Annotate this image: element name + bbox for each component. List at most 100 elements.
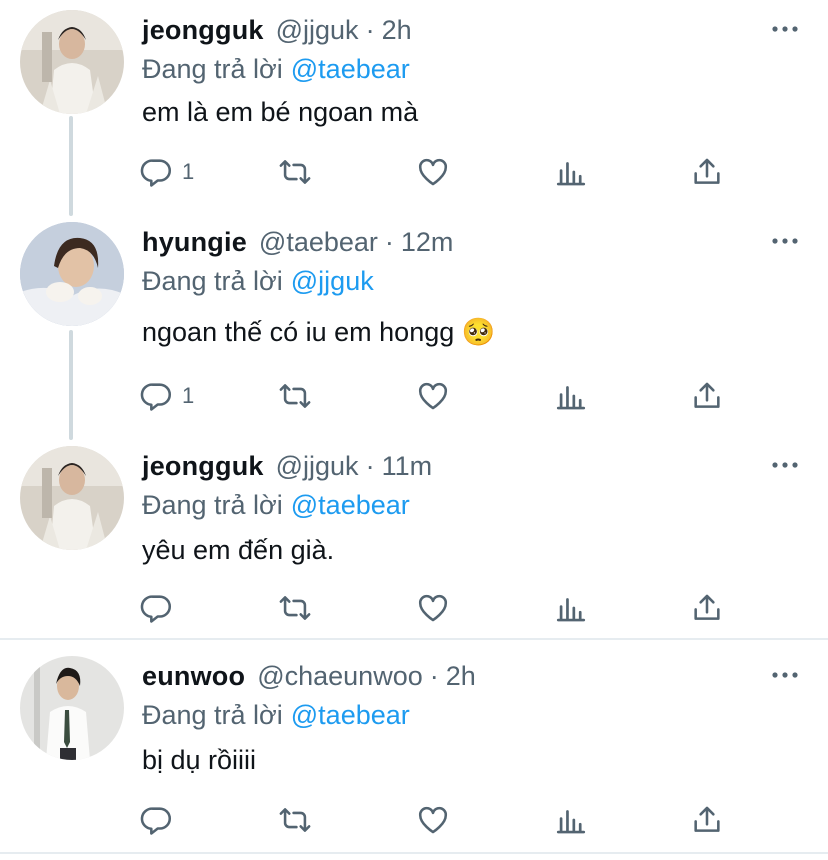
like-button[interactable] <box>416 376 450 416</box>
avatar[interactable] <box>20 222 124 326</box>
tweet-divider <box>0 638 828 640</box>
share-button[interactable] <box>690 152 724 192</box>
timestamp[interactable]: 2h <box>446 656 476 696</box>
action-bar <box>0 800 828 840</box>
avatar[interactable] <box>20 446 124 550</box>
user-handle[interactable]: @jjguk <box>276 10 359 50</box>
mention-link[interactable]: @taebear <box>291 490 410 520</box>
timestamp[interactable]: 2h <box>382 10 412 50</box>
reply-icon <box>140 807 172 835</box>
share-button[interactable] <box>690 376 724 416</box>
tweet-divider <box>0 852 828 854</box>
replying-label: Đang trả lời <box>142 700 283 730</box>
tweet-text: em là em bé ngoan mà <box>142 97 419 127</box>
timestamp[interactable]: 11m <box>382 446 433 486</box>
more-icon <box>772 462 798 468</box>
user-handle[interactable]: @chaeunwoo <box>257 656 423 696</box>
analytics-button[interactable] <box>554 152 588 192</box>
reply-icon <box>140 383 172 411</box>
like-icon <box>418 382 448 410</box>
more-options-button[interactable] <box>770 660 800 690</box>
retweet-button[interactable] <box>278 152 312 192</box>
reply-icon <box>140 159 172 187</box>
analytics-button[interactable] <box>554 376 588 416</box>
like-button[interactable] <box>416 588 450 628</box>
more-options-button[interactable] <box>770 450 800 480</box>
display-name[interactable]: hyungie <box>142 222 247 262</box>
user-handle[interactable]: @taebear <box>259 222 378 262</box>
analytics-button[interactable] <box>554 588 588 628</box>
tweet-header: eunwoo @chaeunwoo · 2h <box>142 656 476 696</box>
more-icon <box>772 238 798 244</box>
avatar-eunwoo-image <box>20 656 124 760</box>
action-bar <box>0 588 828 628</box>
analytics-icon <box>556 386 586 410</box>
analytics-icon <box>556 162 586 186</box>
avatar-jeongguk-image <box>20 446 124 550</box>
share-icon <box>694 806 720 832</box>
timestamp[interactable]: 12m <box>401 222 454 262</box>
reply-count: 1 <box>182 383 195 408</box>
avatar-hyungie-image <box>20 222 124 326</box>
share-icon <box>694 594 720 620</box>
replying-to: Đang trả lời @taebear <box>142 50 410 88</box>
action-bar: 1 <box>0 152 828 192</box>
replying-to: Đang trả lời @jjguk <box>142 262 374 300</box>
like-icon <box>418 806 448 834</box>
tweet-text: ngoan thế có iu em hongg 🥺 <box>142 317 496 347</box>
user-handle[interactable]: @jjguk <box>276 446 359 486</box>
mention-link[interactable]: @taebear <box>291 54 410 84</box>
retweet-button[interactable] <box>278 376 312 416</box>
reply-button[interactable] <box>140 588 182 628</box>
tweet-header: jeongguk @jjguk · 2h <box>142 10 412 50</box>
avatar[interactable] <box>20 10 124 114</box>
mention-link[interactable]: @taebear <box>291 700 410 730</box>
tweet[interactable]: eunwoo @chaeunwoo · 2h Đang trả lời @taeb… <box>0 656 828 846</box>
tweet[interactable]: jeongguk @jjguk · 11m Đang trả lời @taebe… <box>0 446 828 632</box>
separator: · <box>365 451 375 481</box>
separator: · <box>384 227 394 257</box>
reply-button[interactable]: 1 <box>140 376 194 416</box>
retweet-icon <box>279 160 311 184</box>
like-icon <box>418 158 448 186</box>
replying-to: Đang trả lời @taebear <box>142 486 410 524</box>
retweet-icon <box>279 384 311 408</box>
avatar[interactable] <box>20 656 124 760</box>
retweet-icon <box>279 596 311 620</box>
replying-label: Đang trả lời <box>142 266 283 296</box>
more-options-button[interactable] <box>770 226 800 256</box>
display-name[interactable]: jeongguk <box>142 10 264 50</box>
like-icon <box>418 594 448 622</box>
replying-label: Đang trả lời <box>142 490 283 520</box>
tweet-header: jeongguk @jjguk · 11m <box>142 446 432 486</box>
more-icon <box>772 672 798 678</box>
analytics-icon <box>556 810 586 834</box>
avatar-jeongguk-image <box>20 10 124 114</box>
mention-link[interactable]: @jjguk <box>291 266 374 296</box>
share-icon <box>694 382 720 408</box>
like-button[interactable] <box>416 800 450 840</box>
tweet-text: bị dụ rồiiii <box>142 745 257 775</box>
display-name[interactable]: jeongguk <box>142 446 264 486</box>
reply-button[interactable]: 1 <box>140 152 194 192</box>
reply-icon <box>140 595 172 623</box>
reply-button[interactable] <box>140 800 182 840</box>
analytics-icon <box>556 598 586 622</box>
retweet-button[interactable] <box>278 800 312 840</box>
share-button[interactable] <box>690 800 724 840</box>
tweet-text: yêu em đến già. <box>142 535 335 565</box>
replying-label: Đang trả lời <box>142 54 283 84</box>
tweet[interactable]: hyungie @taebear · 12m Đang trả lời @jjgu… <box>0 222 828 412</box>
separator: · <box>365 15 375 45</box>
reply-count: 1 <box>182 159 195 184</box>
tweet[interactable]: jeongguk @jjguk · 2h Đang trả lời @taebea… <box>0 10 828 200</box>
analytics-button[interactable] <box>554 800 588 840</box>
display-name[interactable]: eunwoo <box>142 656 245 696</box>
like-button[interactable] <box>416 152 450 192</box>
action-bar: 1 <box>0 376 828 416</box>
share-icon <box>694 158 720 184</box>
share-button[interactable] <box>690 588 724 628</box>
more-options-button[interactable] <box>770 14 800 44</box>
retweet-button[interactable] <box>278 588 312 628</box>
separator: · <box>429 661 439 691</box>
